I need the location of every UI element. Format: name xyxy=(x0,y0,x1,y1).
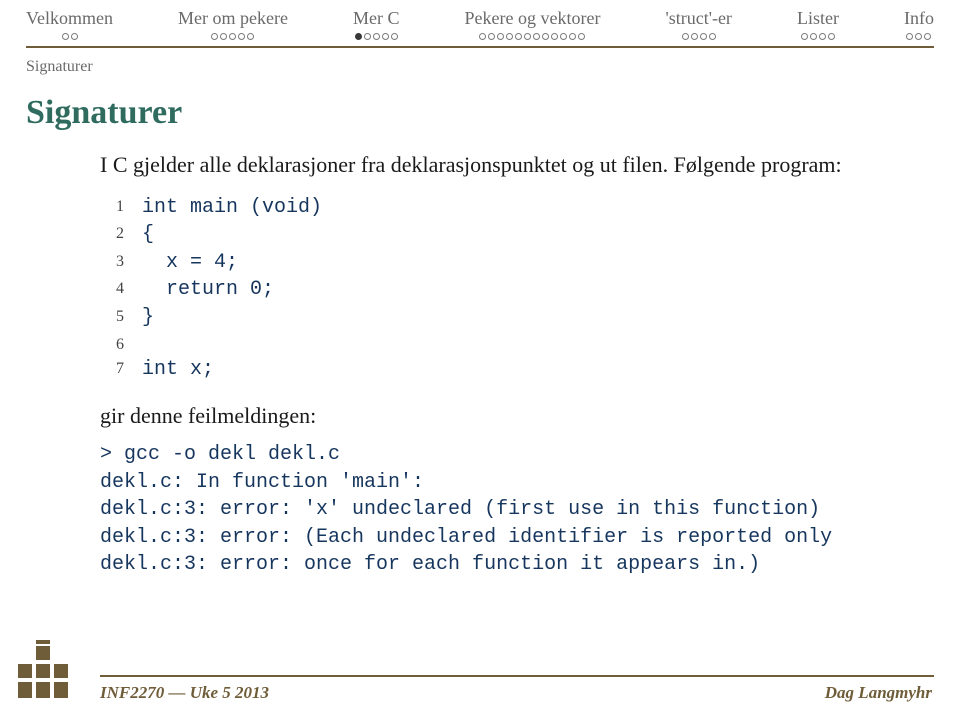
nav-section-label: Info xyxy=(904,8,934,29)
progress-dot[interactable] xyxy=(682,33,689,40)
progress-dot[interactable] xyxy=(810,33,817,40)
code-text: { xyxy=(142,221,154,249)
code-lineno: 3 xyxy=(100,249,124,277)
code-listing: 1int main (void)2{3 x = 4;4 return 0;5}6… xyxy=(100,194,880,384)
nav-section-label: Mer om pekere xyxy=(178,8,288,29)
progress-dot[interactable] xyxy=(506,33,513,40)
slide-subtitle: Signaturer xyxy=(26,58,960,76)
nav-section-label: 'struct'-er xyxy=(665,8,731,29)
progress-dot[interactable] xyxy=(229,33,236,40)
progress-dot[interactable] xyxy=(924,33,931,40)
nav-progress-dots xyxy=(62,33,78,40)
progress-dot[interactable] xyxy=(355,33,362,40)
footer-rule xyxy=(100,675,934,677)
code-line: 1 int main (void) xyxy=(100,194,880,222)
progress-dot[interactable] xyxy=(524,33,531,40)
progress-dot[interactable] xyxy=(533,33,540,40)
nav-progress-dots xyxy=(682,33,716,40)
progress-dot[interactable] xyxy=(238,33,245,40)
nav-progress-dots xyxy=(801,33,835,40)
progress-dot[interactable] xyxy=(220,33,227,40)
progress-dot[interactable] xyxy=(542,33,549,40)
nav-progress-dots xyxy=(906,33,931,40)
nav-section-label: Mer C xyxy=(353,8,400,29)
nav-section[interactable]: Lister xyxy=(797,8,839,40)
progress-dot[interactable] xyxy=(560,33,567,40)
slide-title: Signaturer xyxy=(26,94,960,132)
progress-dot[interactable] xyxy=(915,33,922,40)
progress-dot[interactable] xyxy=(515,33,522,40)
progress-dot[interactable] xyxy=(906,33,913,40)
progress-dot[interactable] xyxy=(382,33,389,40)
nav-section[interactable]: Mer C xyxy=(353,8,400,40)
progress-dot[interactable] xyxy=(479,33,486,40)
error-line: dekl.c:3: error: once for each function … xyxy=(100,551,880,579)
progress-dot[interactable] xyxy=(828,33,835,40)
nav-section[interactable]: Info xyxy=(904,8,934,40)
footer: INF2270 — Uke 5 2013 Dag Langmyhr xyxy=(0,675,960,703)
progress-dot[interactable] xyxy=(364,33,371,40)
footer-right: Dag Langmyhr xyxy=(825,683,932,703)
code-line: 4 return 0; xyxy=(100,276,880,304)
code-text: return 0; xyxy=(142,276,274,304)
nav-section[interactable]: Pekere og vektorer xyxy=(465,8,601,40)
code-text: x = 4; xyxy=(142,249,238,277)
paragraph-1: I C gjelder alle deklarasjoner fra dekla… xyxy=(100,150,880,180)
error-output: > gcc -o dekl dekl.cdekl.c: In function … xyxy=(100,441,880,579)
nav-section-label: Pekere og vektorer xyxy=(465,8,601,29)
error-line: dekl.c:3: error: 'x' undeclared (first u… xyxy=(100,496,880,524)
code-lineno: 1 xyxy=(100,194,124,222)
nav-section[interactable]: Mer om pekere xyxy=(178,8,288,40)
progress-dot[interactable] xyxy=(819,33,826,40)
footer-left: INF2270 — Uke 5 2013 xyxy=(100,683,269,703)
progress-dot[interactable] xyxy=(497,33,504,40)
nav-progress-dots xyxy=(211,33,254,40)
code-lineno: 6 xyxy=(100,332,124,356)
progress-dot[interactable] xyxy=(709,33,716,40)
code-text: } xyxy=(142,304,154,332)
code-line: 5} xyxy=(100,304,880,332)
code-line: 7 int x; xyxy=(100,356,880,384)
slide-content: I C gjelder alle deklarasjoner fra dekla… xyxy=(100,150,880,579)
nav-rule xyxy=(26,46,934,48)
error-line: > gcc -o dekl dekl.c xyxy=(100,441,880,469)
code-text: int main (void) xyxy=(142,194,322,222)
progress-dot[interactable] xyxy=(551,33,558,40)
code-lineno: 2 xyxy=(100,221,124,249)
nav-progress-dots xyxy=(479,33,585,40)
progress-dot[interactable] xyxy=(211,33,218,40)
progress-dot[interactable] xyxy=(62,33,69,40)
progress-dot[interactable] xyxy=(700,33,707,40)
nav-section-label: Velkommen xyxy=(26,8,113,29)
progress-dot[interactable] xyxy=(569,33,576,40)
progress-dot[interactable] xyxy=(391,33,398,40)
nav-section[interactable]: Velkommen xyxy=(26,8,113,40)
code-lineno: 5 xyxy=(100,304,124,332)
code-line: 3 x = 4; xyxy=(100,249,880,277)
nav-section[interactable]: 'struct'-er xyxy=(665,8,731,40)
code-lineno: 4 xyxy=(100,276,124,304)
error-line: dekl.c:3: error: (Each undeclared identi… xyxy=(100,524,880,552)
nav-sections: Velkommen Mer om pekere Mer C Pekere og vek… xyxy=(0,0,960,40)
code-line: 6 xyxy=(100,332,880,356)
code-text: int x; xyxy=(142,356,214,384)
progress-dot[interactable] xyxy=(247,33,254,40)
code-lineno: 7 xyxy=(100,356,124,384)
paragraph-2: gir denne feilmeldingen: xyxy=(100,401,880,431)
progress-dot[interactable] xyxy=(801,33,808,40)
nav-section-label: Lister xyxy=(797,8,839,29)
progress-dot[interactable] xyxy=(71,33,78,40)
error-line: dekl.c: In function 'main': xyxy=(100,469,880,497)
code-line: 2{ xyxy=(100,221,880,249)
progress-dot[interactable] xyxy=(373,33,380,40)
progress-dot[interactable] xyxy=(691,33,698,40)
progress-dot[interactable] xyxy=(488,33,495,40)
progress-dot[interactable] xyxy=(578,33,585,40)
nav-progress-dots xyxy=(355,33,398,40)
